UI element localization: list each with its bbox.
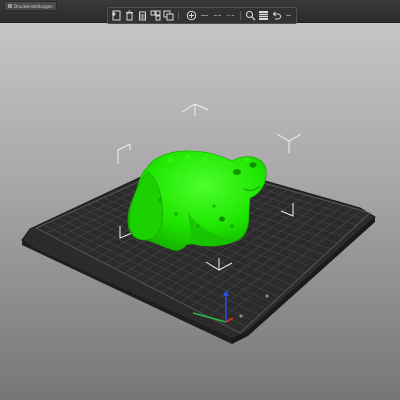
layer-editing-button[interactable] <box>257 9 270 22</box>
toolbar-separator <box>178 11 179 20</box>
arrange-button[interactable] <box>149 9 162 22</box>
redo-icon <box>286 15 291 16</box>
search-icon <box>245 10 256 21</box>
split-objects-button[interactable] <box>211 9 224 22</box>
redo-button[interactable] <box>283 9 296 22</box>
tab-label: Druckeinstellungen <box>14 3 53 9</box>
layers-icon <box>259 11 268 20</box>
toolbar-separator <box>240 11 241 20</box>
add-object-button[interactable] <box>110 9 123 22</box>
split-objects-icon <box>214 15 221 16</box>
trash-icon <box>126 10 133 21</box>
3d-scene[interactable] <box>0 22 400 400</box>
delete-button[interactable] <box>123 9 136 22</box>
arrange-icon <box>150 10 161 21</box>
split-parts-button[interactable] <box>224 9 237 22</box>
undo-button[interactable] <box>270 9 283 22</box>
remove-instance-button[interactable] <box>198 9 211 22</box>
minus-icon <box>201 15 208 16</box>
search-button[interactable] <box>244 9 257 22</box>
split-parts-icon <box>227 15 234 16</box>
delete-all-button[interactable] <box>136 9 149 22</box>
tab-print-settings[interactable]: Druckeinstellungen <box>4 1 57 11</box>
undo-icon <box>272 11 281 20</box>
3d-viewport[interactable]: Druckeinstellungen <box>0 0 400 400</box>
trash-all-icon <box>139 11 146 21</box>
copy-icon <box>163 10 174 21</box>
plus-icon <box>186 10 197 21</box>
add-file-icon <box>112 10 121 21</box>
add-instance-button[interactable] <box>185 9 198 22</box>
copy-button[interactable] <box>162 9 175 22</box>
settings-icon <box>8 4 12 8</box>
